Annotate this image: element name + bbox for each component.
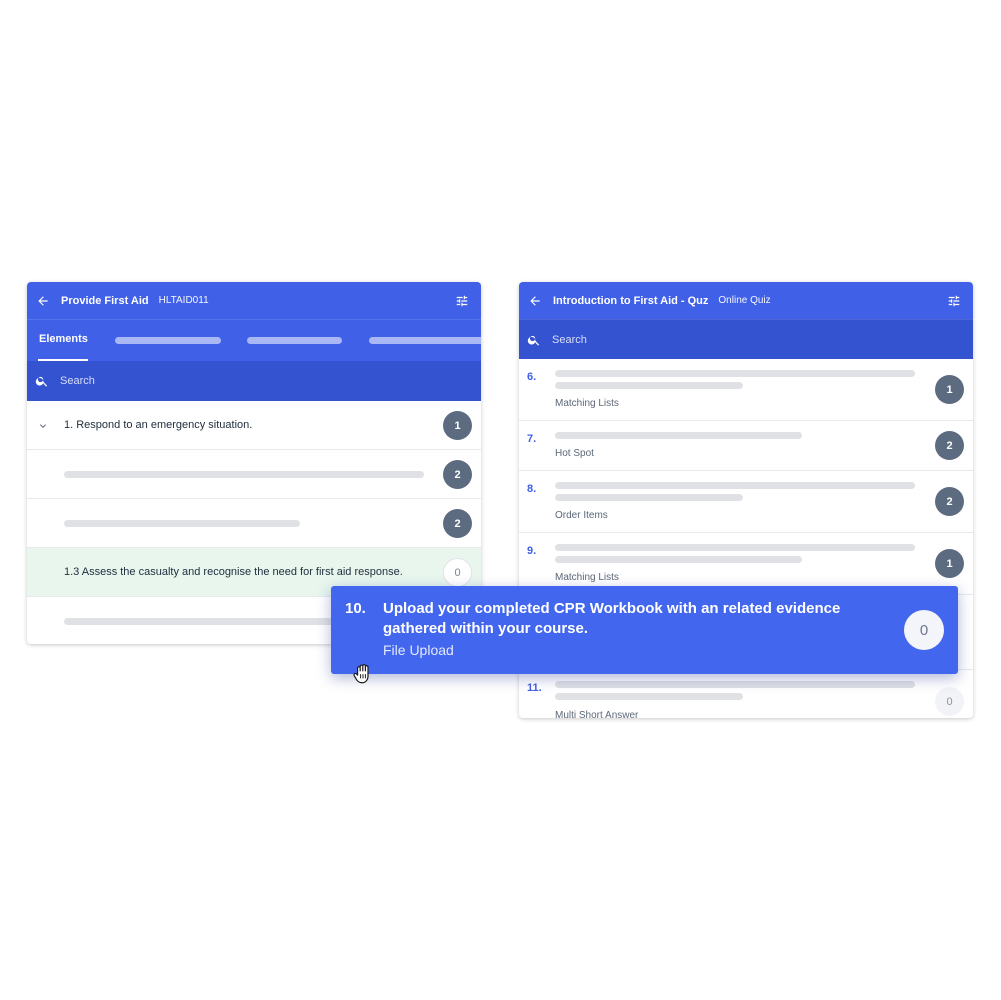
search-icon — [527, 335, 540, 346]
text-placeholder — [555, 556, 802, 563]
chevron-down-icon[interactable] — [37, 420, 49, 432]
search-bar — [27, 361, 481, 401]
question-type: Hot Spot — [555, 448, 594, 459]
element-row[interactable]: 2 — [27, 450, 481, 499]
question-number: 9. — [527, 545, 537, 557]
text-placeholder — [555, 482, 915, 489]
tab-placeholder[interactable] — [247, 337, 342, 344]
search-input[interactable] — [60, 375, 360, 387]
text-placeholder — [555, 432, 802, 439]
quiz-type-label: Online Quiz — [718, 295, 771, 306]
question-type: Order Items — [555, 510, 608, 521]
element-row[interactable]: 2 — [27, 499, 481, 548]
count-badge: 2 — [935, 431, 964, 460]
tune-icon[interactable] — [947, 294, 961, 308]
count-badge: 1 — [935, 549, 964, 578]
question-text: Upload your completed CPR Workbook with … — [383, 600, 841, 637]
count-badge: 0 — [935, 687, 964, 716]
element-label: 1. Respond to an emergency situation. — [64, 419, 253, 431]
active-tab-indicator — [38, 359, 88, 361]
element-label: 1.3 Assess the casualty and recognise th… — [64, 566, 403, 578]
text-placeholder — [64, 471, 424, 478]
count-badge: 1 — [443, 411, 472, 440]
text-placeholder — [555, 382, 743, 389]
question-row[interactable]: 7. Hot Spot 2 — [519, 421, 973, 471]
text-placeholder — [555, 693, 743, 700]
text-placeholder — [555, 370, 915, 377]
question-number: 10. — [345, 600, 366, 617]
text-placeholder — [555, 494, 743, 501]
question-number: 8. — [527, 483, 537, 495]
count-badge: 1 — [935, 375, 964, 404]
elements-panel-header: Provide First Aid HLTAID011 — [27, 282, 481, 319]
tab-bar: Elements — [27, 319, 481, 361]
panel-title: Provide First Aid — [61, 294, 149, 307]
search-icon — [35, 376, 48, 387]
count-badge: 2 — [443, 460, 472, 489]
search-bar — [519, 319, 973, 359]
question-type: File Upload — [383, 642, 454, 658]
text-placeholder — [555, 544, 915, 551]
question-row[interactable]: 11. Multi Short Answer 0 — [519, 670, 973, 718]
back-arrow-icon[interactable] — [36, 294, 50, 308]
text-placeholder — [64, 520, 300, 527]
count-badge: 0 — [904, 610, 944, 650]
unit-code: HLTAID011 — [158, 295, 209, 306]
dragged-question-card[interactable]: 10. Upload your completed CPR Workbook w… — [331, 586, 958, 674]
grab-hand-icon — [353, 664, 369, 684]
search-input[interactable] — [552, 333, 852, 346]
tune-icon[interactable] — [455, 294, 469, 308]
text-placeholder — [555, 681, 915, 688]
question-number: 11. — [527, 682, 542, 694]
question-type: Matching Lists — [555, 398, 619, 409]
question-number: 7. — [527, 433, 537, 445]
panel-title: Introduction to First Aid - Quz — [553, 294, 709, 307]
count-badge: 2 — [935, 487, 964, 516]
element-row[interactable]: 1. Respond to an emergency situation. 1 — [27, 401, 481, 450]
question-number: 6. — [527, 371, 537, 383]
tab-placeholder[interactable] — [115, 337, 221, 344]
question-row[interactable]: 8. Order Items 2 — [519, 471, 973, 533]
question-row[interactable]: 6. Matching Lists 1 — [519, 359, 973, 421]
quiz-panel-header: Introduction to First Aid - Quz Online Q… — [519, 282, 973, 319]
tab-elements[interactable]: Elements — [39, 333, 88, 345]
count-badge: 0 — [443, 558, 472, 587]
question-type: Multi Short Answer — [555, 710, 639, 718]
back-arrow-icon[interactable] — [528, 294, 542, 308]
count-badge: 2 — [443, 509, 472, 538]
question-type: Matching Lists — [555, 572, 619, 583]
tab-placeholder[interactable] — [369, 337, 481, 344]
